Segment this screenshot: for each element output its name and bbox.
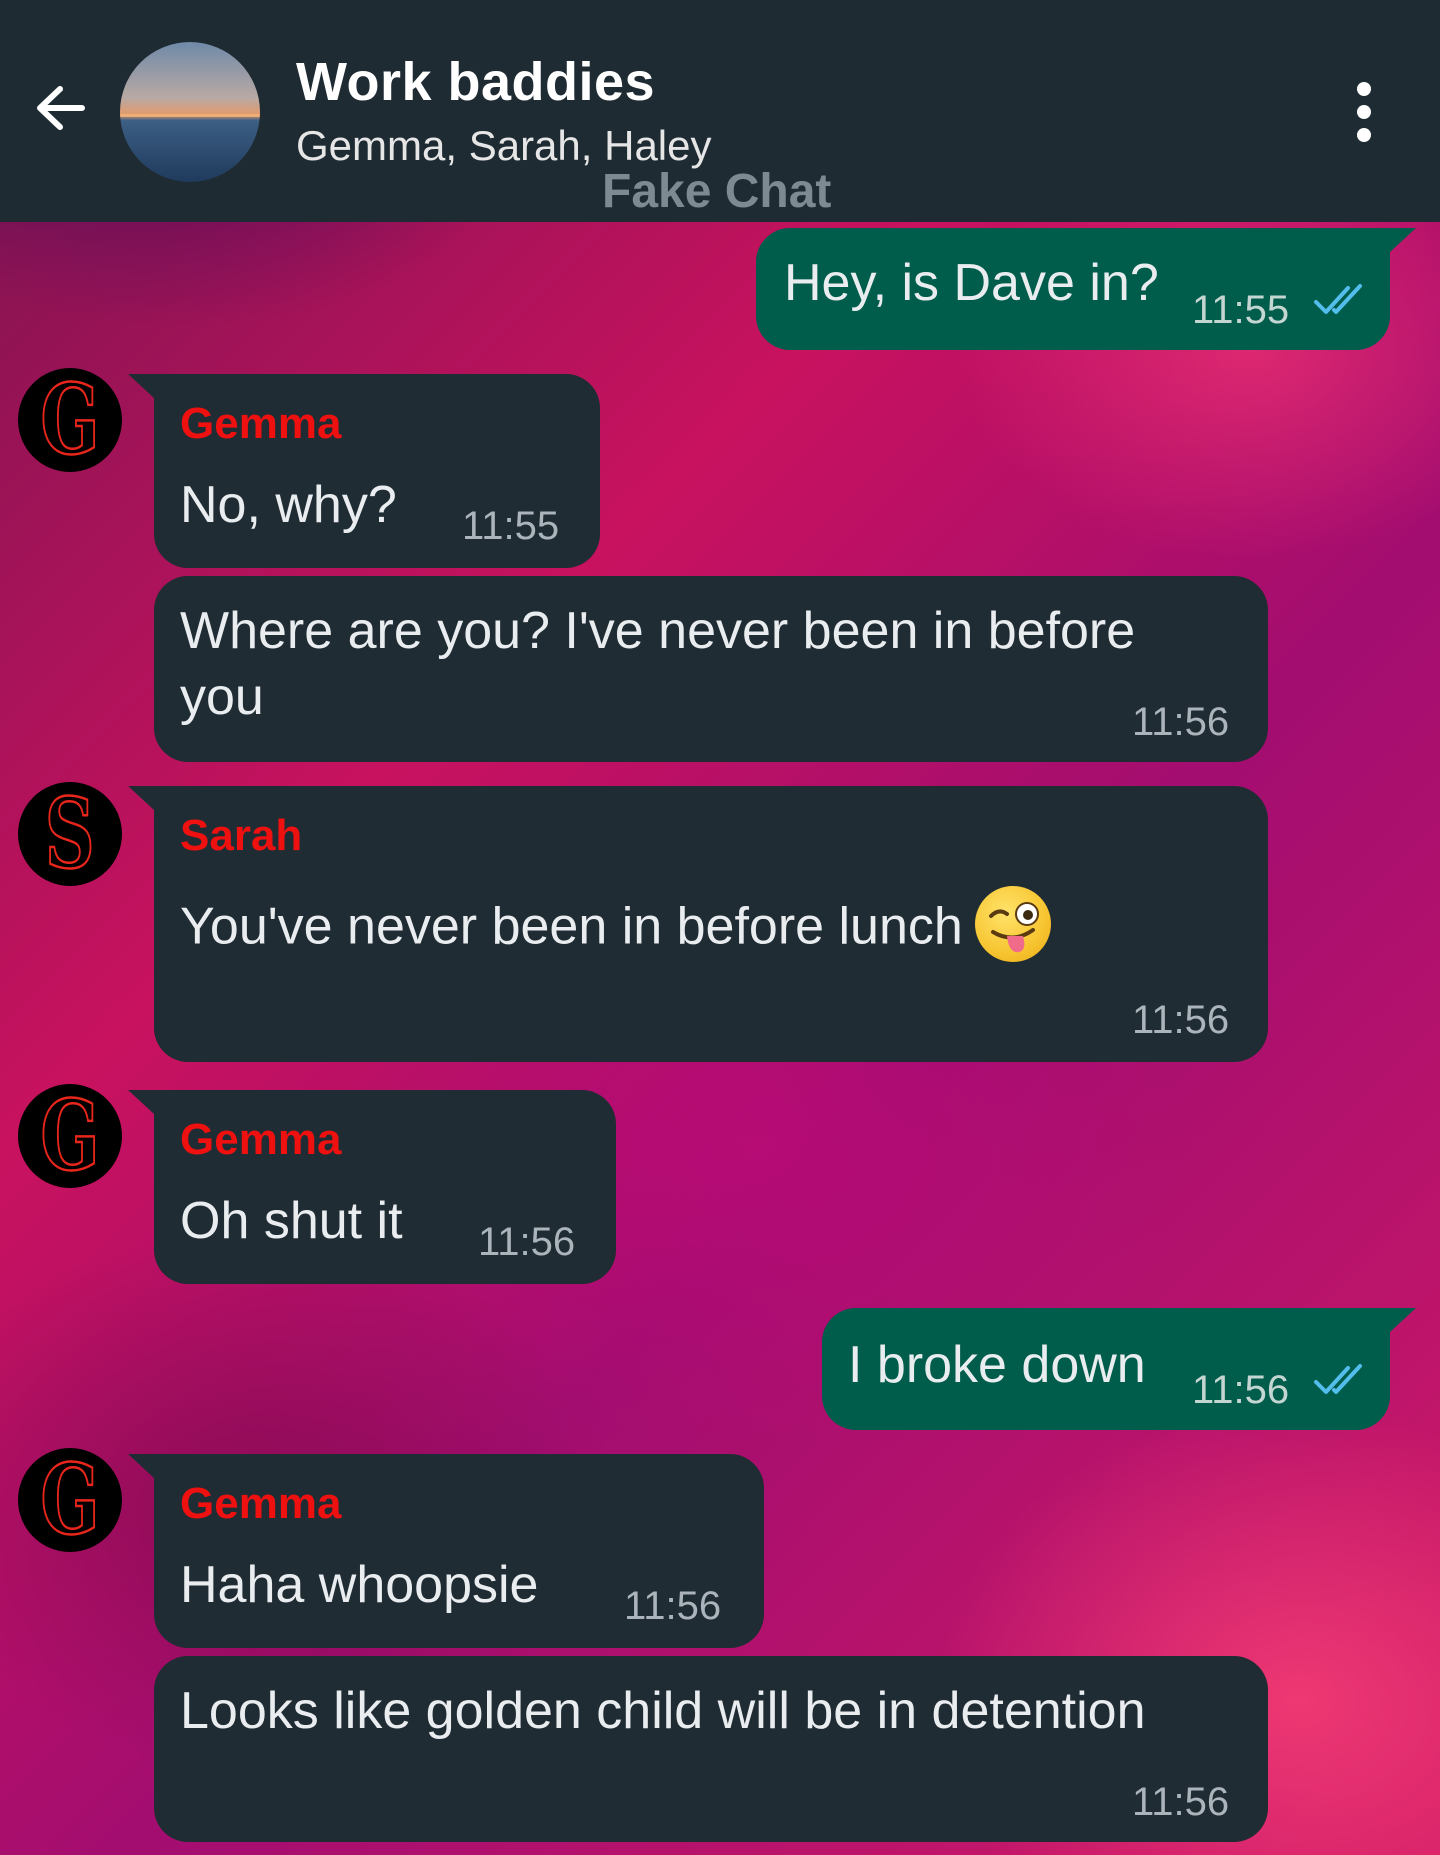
avatar-letter: G xyxy=(40,1443,101,1556)
message-time: 11:56 xyxy=(624,1584,722,1628)
sender-name: Sarah xyxy=(180,811,303,860)
chat-title-block[interactable]: Work baddies Gemma, Sarah, Haley xyxy=(296,50,712,172)
read-receipt-icon xyxy=(1314,1364,1362,1394)
sender-avatar[interactable]: G xyxy=(18,1084,122,1188)
message-incoming[interactable]: Gemma Oh shut it 11:56 xyxy=(128,1090,616,1284)
message-incoming[interactable]: Gemma Haha whoopsie 11:56 xyxy=(128,1454,764,1648)
menu-dot-icon xyxy=(1357,105,1371,119)
avatar-letter: S xyxy=(44,777,96,890)
message-time: 11:56 xyxy=(1192,1368,1290,1412)
back-button[interactable] xyxy=(24,72,96,144)
message-text: You've never been in before lunch xyxy=(180,897,963,956)
message-text: Where are you? I've never been in before… xyxy=(180,602,1136,726)
message-outgoing[interactable]: I broke down 11:56 xyxy=(822,1308,1416,1430)
read-receipt-icon xyxy=(1314,284,1362,314)
message-time: 11:56 xyxy=(1132,700,1230,744)
message-text: Oh shut it xyxy=(180,1192,403,1250)
chat-title: Work baddies xyxy=(296,52,656,112)
message-time: 11:56 xyxy=(478,1220,576,1264)
message-text: No, why? xyxy=(180,476,397,534)
chat-header: Work baddies Gemma, Sarah, Haley Fake Ch… xyxy=(0,0,1440,222)
sender-name: Gemma xyxy=(180,1115,342,1164)
message-text: Hey, is Dave in? xyxy=(784,254,1159,312)
message-time: 11:56 xyxy=(1132,1780,1230,1824)
message-incoming[interactable]: Where are you? I've never been in before… xyxy=(154,576,1268,762)
more-options-button[interactable] xyxy=(1336,70,1392,154)
sender-name: Gemma xyxy=(180,1479,342,1528)
message-incoming[interactable]: Gemma No, why? 11:55 xyxy=(128,374,600,568)
group-avatar[interactable] xyxy=(120,42,260,182)
message-time: 11:55 xyxy=(462,504,560,548)
sender-avatar[interactable]: G xyxy=(18,368,122,472)
avatar-letter: G xyxy=(40,1079,101,1192)
message-outgoing[interactable]: Hey, is Dave in? 11:55 xyxy=(756,228,1416,350)
avatar-horizon xyxy=(120,114,260,117)
watermark: Fake Chat xyxy=(602,165,832,218)
message-text-row: You've never been in before lunch xyxy=(180,886,1051,968)
message-incoming[interactable]: Sarah You've never been in before lunch … xyxy=(128,786,1268,1062)
message-time: 11:56 xyxy=(1132,998,1230,1042)
back-arrow-icon xyxy=(37,86,85,130)
message-text: Looks like golden child will be in deten… xyxy=(180,1682,1146,1740)
sender-avatar[interactable]: S xyxy=(18,782,122,886)
menu-dot-icon xyxy=(1357,128,1371,142)
message-text: Haha whoopsie xyxy=(180,1556,539,1614)
menu-dot-icon xyxy=(1357,82,1371,96)
message-incoming[interactable]: Looks like golden child will be in deten… xyxy=(154,1656,1268,1842)
avatar-letter: G xyxy=(40,363,101,476)
sender-name: Gemma xyxy=(180,399,342,448)
sender-avatar[interactable]: G xyxy=(18,1448,122,1552)
winking-face-with-tongue-icon xyxy=(974,886,1051,962)
message-text: I broke down xyxy=(848,1336,1146,1394)
message-time: 11:55 xyxy=(1192,288,1290,332)
